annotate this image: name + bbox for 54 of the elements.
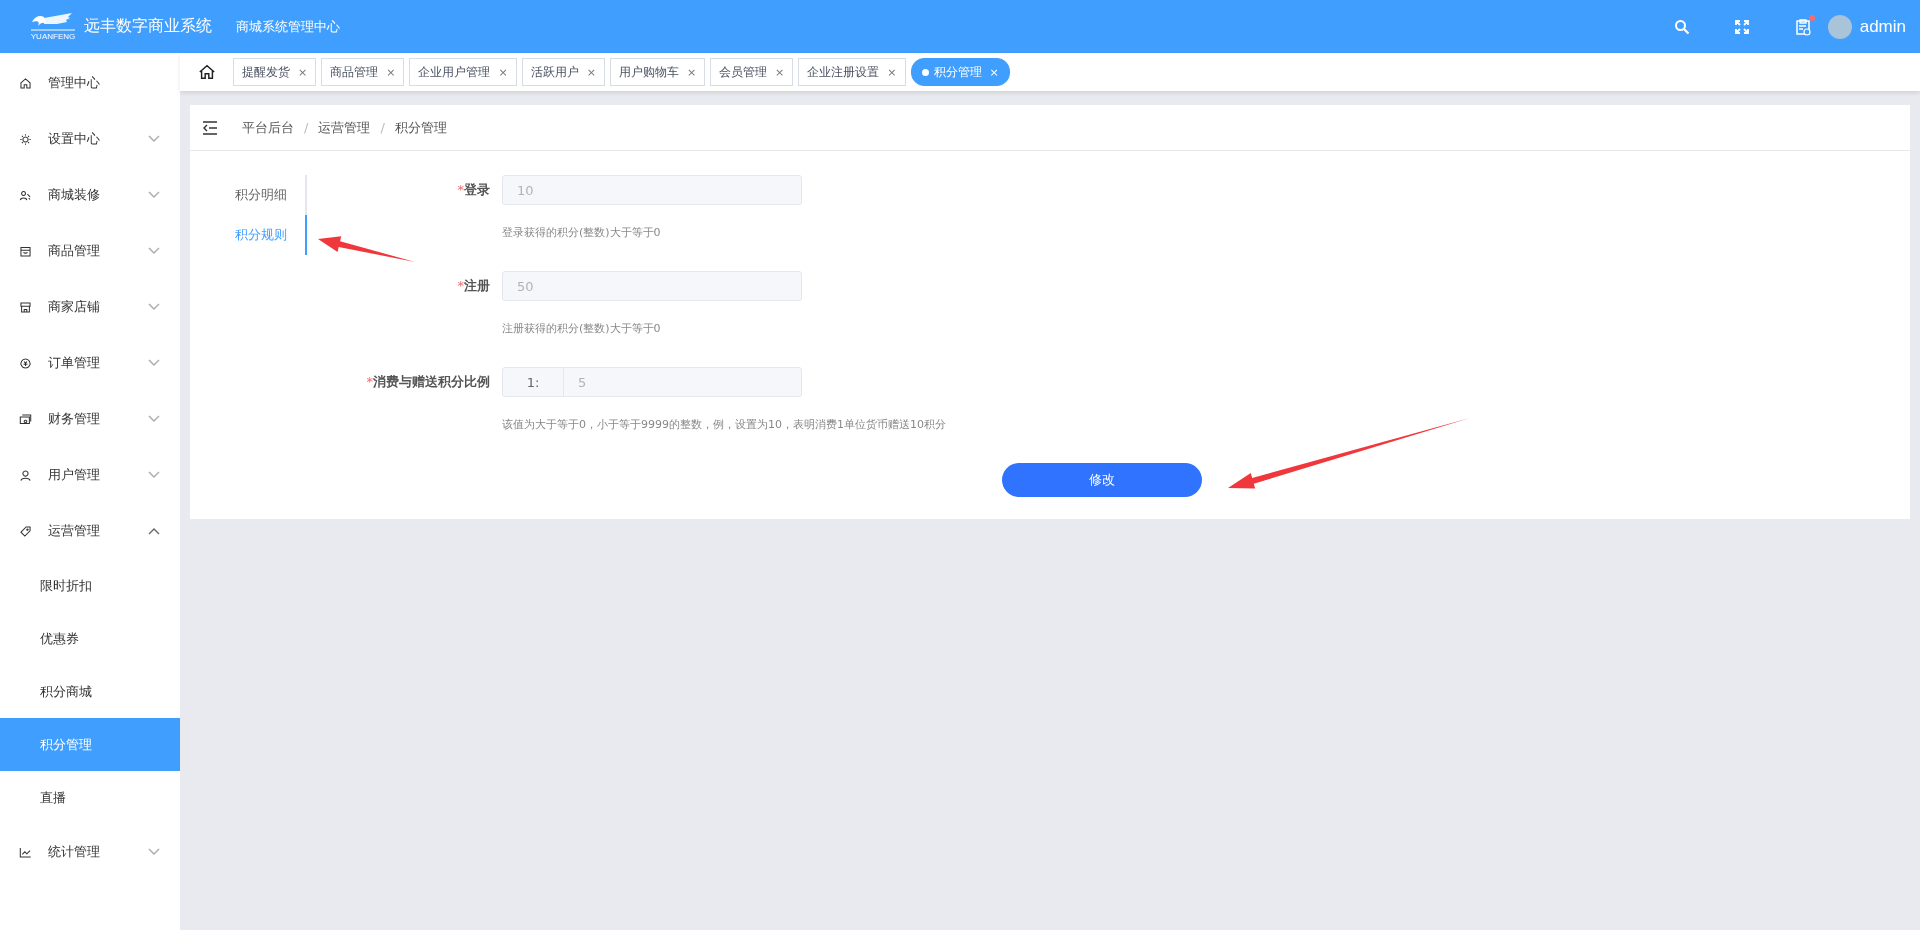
breadcrumb-separator: / bbox=[380, 120, 385, 135]
menu-icon bbox=[19, 356, 32, 370]
field-hint: 登录获得的积分(整数)大于等于0 bbox=[502, 225, 661, 241]
logo-caption: YUANFENG bbox=[30, 32, 76, 41]
sidebar-item[interactable]: 订单管理 bbox=[0, 335, 180, 391]
breadcrumb-item[interactable]: 运营管理 bbox=[318, 118, 371, 137]
sidebar-item[interactable]: 统计管理 bbox=[0, 824, 180, 880]
sidebar-item[interactable]: 用户管理 bbox=[0, 447, 180, 503]
fullscreen-icon[interactable] bbox=[1733, 18, 1750, 35]
system-title: 商城系统管理中心 bbox=[236, 17, 340, 36]
sidebar-item[interactable]: 商城装修 bbox=[0, 167, 180, 223]
field-hint: 注册获得的积分(整数)大于等于0 bbox=[502, 321, 661, 337]
field-hint: 该值为大于等于0，小于等于9999的整数，例，设置为10，表明消费1单位货币赠送10积分 bbox=[502, 417, 946, 433]
sidebar-subitem[interactable]: 积分商城 bbox=[0, 665, 180, 718]
sidebar-item[interactable]: 商家店铺 bbox=[0, 279, 180, 335]
field-label: *消费与赠送积分比例 bbox=[366, 373, 490, 391]
home-icon[interactable] bbox=[198, 63, 216, 81]
page-tab[interactable]: 会员管理 × bbox=[710, 58, 794, 86]
menu-icon bbox=[19, 188, 32, 202]
menu-icon bbox=[19, 244, 32, 258]
page-tab[interactable]: 企业用户管理 × bbox=[409, 58, 517, 86]
side-tab[interactable]: 积分明细 bbox=[190, 175, 307, 215]
sidebar-subitem[interactable]: 限时折扣 bbox=[0, 559, 180, 612]
field-label: *登录 bbox=[457, 181, 490, 199]
avatar-photo-placeholder[interactable] bbox=[1827, 14, 1852, 39]
page-tab[interactable]: 企业注册设置 × bbox=[798, 58, 906, 86]
sidebar-item[interactable]: 设置中心 bbox=[0, 111, 180, 167]
sidebar-item[interactable]: 商品管理 bbox=[0, 223, 180, 279]
menu-icon bbox=[19, 76, 32, 90]
page-tab[interactable]: 商品管理 × bbox=[321, 58, 405, 86]
search-icon[interactable] bbox=[1673, 18, 1690, 35]
breadcrumb-item[interactable]: 平台后台 bbox=[242, 118, 294, 137]
breadcrumb-item[interactable]: 积分管理 bbox=[394, 118, 447, 137]
submit-button[interactable]: 修改 bbox=[1002, 463, 1202, 497]
sidebar-item[interactable]: 管理中心 bbox=[0, 55, 180, 111]
clipboard-icon[interactable] bbox=[1793, 17, 1812, 36]
page-tab[interactable]: 提醒发货 × bbox=[233, 58, 317, 86]
menu-icon bbox=[19, 524, 32, 538]
menu-icon bbox=[19, 845, 32, 859]
sidebar-subitem[interactable]: 直播 bbox=[0, 771, 180, 824]
field-label: *注册 bbox=[457, 277, 490, 295]
brand-name: 远丰数字商业系统 bbox=[84, 16, 212, 37]
menu-icon bbox=[19, 468, 32, 482]
page-tab[interactable]: 活跃用户 × bbox=[521, 58, 605, 86]
winged-horse-logo-icon bbox=[30, 12, 76, 32]
menu-icon bbox=[19, 412, 32, 426]
breadcrumb-separator: / bbox=[304, 120, 309, 135]
menu-icon bbox=[19, 300, 32, 314]
menu-icon bbox=[19, 132, 32, 146]
sidebar-subitem[interactable]: 优惠券 bbox=[0, 612, 180, 665]
page-tab[interactable]: 用户购物车 × bbox=[609, 58, 706, 86]
sidebar-item[interactable]: 财务管理 bbox=[0, 391, 180, 447]
sidebar-item[interactable]: 运营管理 bbox=[0, 503, 180, 559]
collapse-menu-icon[interactable] bbox=[202, 120, 218, 135]
